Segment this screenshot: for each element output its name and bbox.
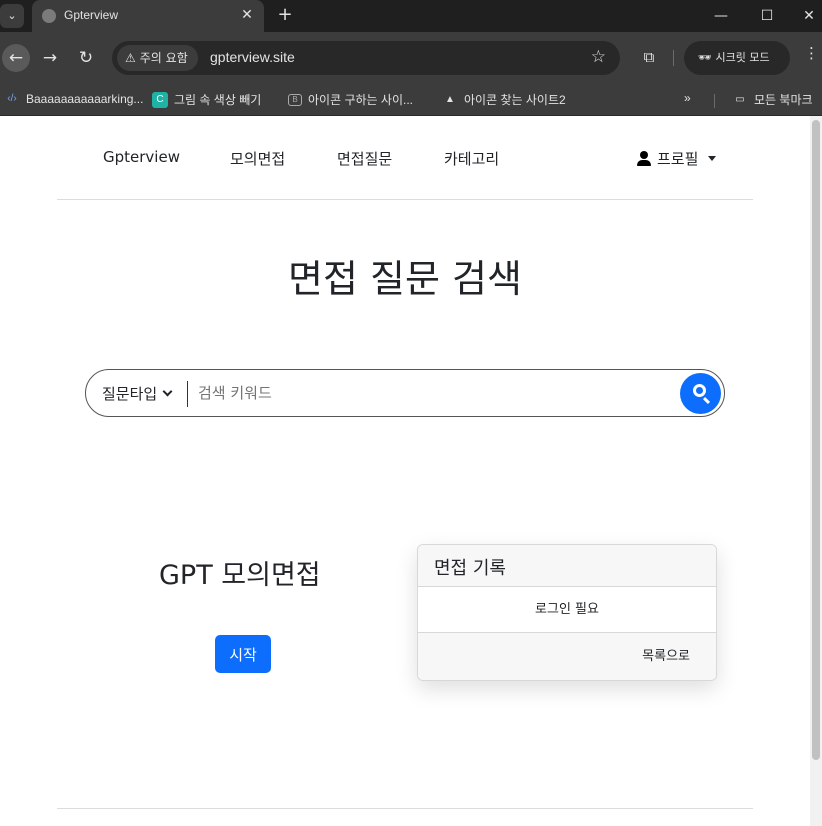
- close-window-button[interactable]: ✕: [794, 6, 822, 26]
- record-card-title: 면접 기록: [418, 545, 716, 587]
- nav-interview-questions[interactable]: 면접질문: [337, 148, 392, 169]
- site-navbar: Gpterview 모의면접 면접질문 카테고리 프로필: [57, 116, 753, 200]
- record-card-footer: 목록으로: [418, 633, 716, 680]
- chevron-down-icon: [162, 386, 173, 397]
- footer-divider: [57, 808, 753, 809]
- question-type-label: 질문타입: [102, 385, 158, 403]
- page-viewport: Gpterview 모의면접 면접질문 카테고리 프로필 면접 질문 검색 질문…: [0, 116, 822, 826]
- browser-tab-bar: ⌄ Gpterview ✕ + — ☐ ✕: [0, 0, 822, 32]
- search-divider: [187, 381, 188, 407]
- bookmark-label: Baaaaaaaaaaarking...: [26, 92, 144, 106]
- bookmark-item[interactable]: ‹/› Baaaaaaaaaaarking...: [4, 91, 143, 107]
- search-icon: [693, 384, 706, 397]
- close-tab-icon[interactable]: ✕: [238, 6, 256, 24]
- folder-icon: ▭: [735, 93, 745, 105]
- brand-link[interactable]: Gpterview: [103, 148, 180, 166]
- gpt-interview-title: GPT 모의면접: [159, 560, 321, 591]
- caret-down-icon: [708, 156, 717, 161]
- icon-site-icon: B: [288, 93, 302, 106]
- tab-search-button[interactable]: ⌄: [0, 4, 24, 28]
- incognito-chip[interactable]: 🕶 시크릿 모드: [684, 41, 790, 75]
- nav-category[interactable]: 카테고리: [444, 148, 499, 169]
- address-bar[interactable]: ⚠ 주의 요함 gpterview.site ☆: [112, 41, 620, 75]
- all-bookmarks-folder[interactable]: ▭ 모든 북마크: [732, 91, 813, 108]
- bookmarks-bar: ‹/› Baaaaaaaaaaarking... C 그림 속 색상 빼기 B …: [0, 84, 822, 116]
- nav-mock-interview[interactable]: 모의면접: [230, 148, 285, 169]
- search-bar: 질문타입: [85, 369, 725, 417]
- tab-title: Gpterview: [64, 8, 119, 22]
- url-text[interactable]: gpterview.site: [210, 49, 295, 65]
- all-bookmarks-label: 모든 북마크: [754, 93, 813, 107]
- scrollbar-thumb[interactable]: [812, 120, 820, 760]
- question-type-select[interactable]: 질문타입: [102, 383, 173, 404]
- bookmark-item[interactable]: ▲ 아이콘 찾는 사이트2: [442, 91, 566, 108]
- forward-button[interactable]: →: [36, 44, 64, 72]
- incognito-label: 시크릿 모드: [715, 51, 770, 64]
- new-tab-button[interactable]: +: [274, 4, 296, 26]
- bookmark-label: 아이콘 구하는 사이...: [308, 93, 413, 107]
- browser-tab[interactable]: Gpterview ✕: [32, 0, 264, 32]
- interview-record-card: 면접 기록 로그인 필요 목록으로: [417, 544, 717, 681]
- profile-label: 프로필: [657, 150, 699, 168]
- bookmark-star-icon[interactable]: ☆: [591, 47, 606, 67]
- code-icon: ‹/›: [7, 93, 17, 104]
- security-label: 주의 요함: [139, 51, 188, 65]
- menu-kebab-icon[interactable]: ⋮: [804, 44, 819, 62]
- maximize-button[interactable]: ☐: [752, 6, 782, 26]
- toolbar-divider: [673, 50, 674, 66]
- login-required-text: 로그인 필요: [418, 587, 716, 633]
- user-icon: [637, 151, 651, 166]
- back-button[interactable]: ←: [2, 44, 30, 72]
- start-button[interactable]: 시작: [215, 635, 271, 673]
- to-list-link[interactable]: 목록으로: [642, 649, 690, 664]
- more-bookmarks-button[interactable]: »: [684, 91, 691, 105]
- more-bookmarks-label: »: [684, 91, 691, 105]
- bookmark-label: 아이콘 찾는 사이트2: [464, 93, 566, 107]
- profile-dropdown[interactable]: 프로필: [637, 148, 717, 169]
- color-picker-icon: C: [152, 91, 168, 108]
- icon-finder-icon: ▲: [445, 93, 455, 105]
- security-chip[interactable]: ⚠ 주의 요함: [117, 45, 198, 71]
- globe-icon: [42, 9, 56, 23]
- page-title: 면접 질문 검색: [288, 257, 522, 301]
- minimize-button[interactable]: —: [706, 6, 736, 26]
- bookmark-item[interactable]: B 아이콘 구하는 사이...: [288, 91, 413, 108]
- scrollbar[interactable]: [810, 116, 822, 826]
- reload-button[interactable]: ↻: [72, 44, 100, 72]
- browser-toolbar: ← → ↻ ⚠ 주의 요함 gpterview.site ☆ ⧉ 🕶 시크릿 모…: [0, 32, 822, 84]
- extensions-icon[interactable]: ⧉: [636, 44, 662, 70]
- search-input[interactable]: [196, 378, 666, 408]
- bookmark-item[interactable]: C 그림 속 색상 빼기: [152, 91, 261, 108]
- bookmark-label: 그림 속 색상 빼기: [174, 93, 262, 107]
- search-button[interactable]: [680, 373, 721, 414]
- warning-icon: ⚠: [125, 51, 136, 65]
- bookmarks-divider: [714, 94, 715, 108]
- incognito-icon: 🕶: [698, 51, 712, 64]
